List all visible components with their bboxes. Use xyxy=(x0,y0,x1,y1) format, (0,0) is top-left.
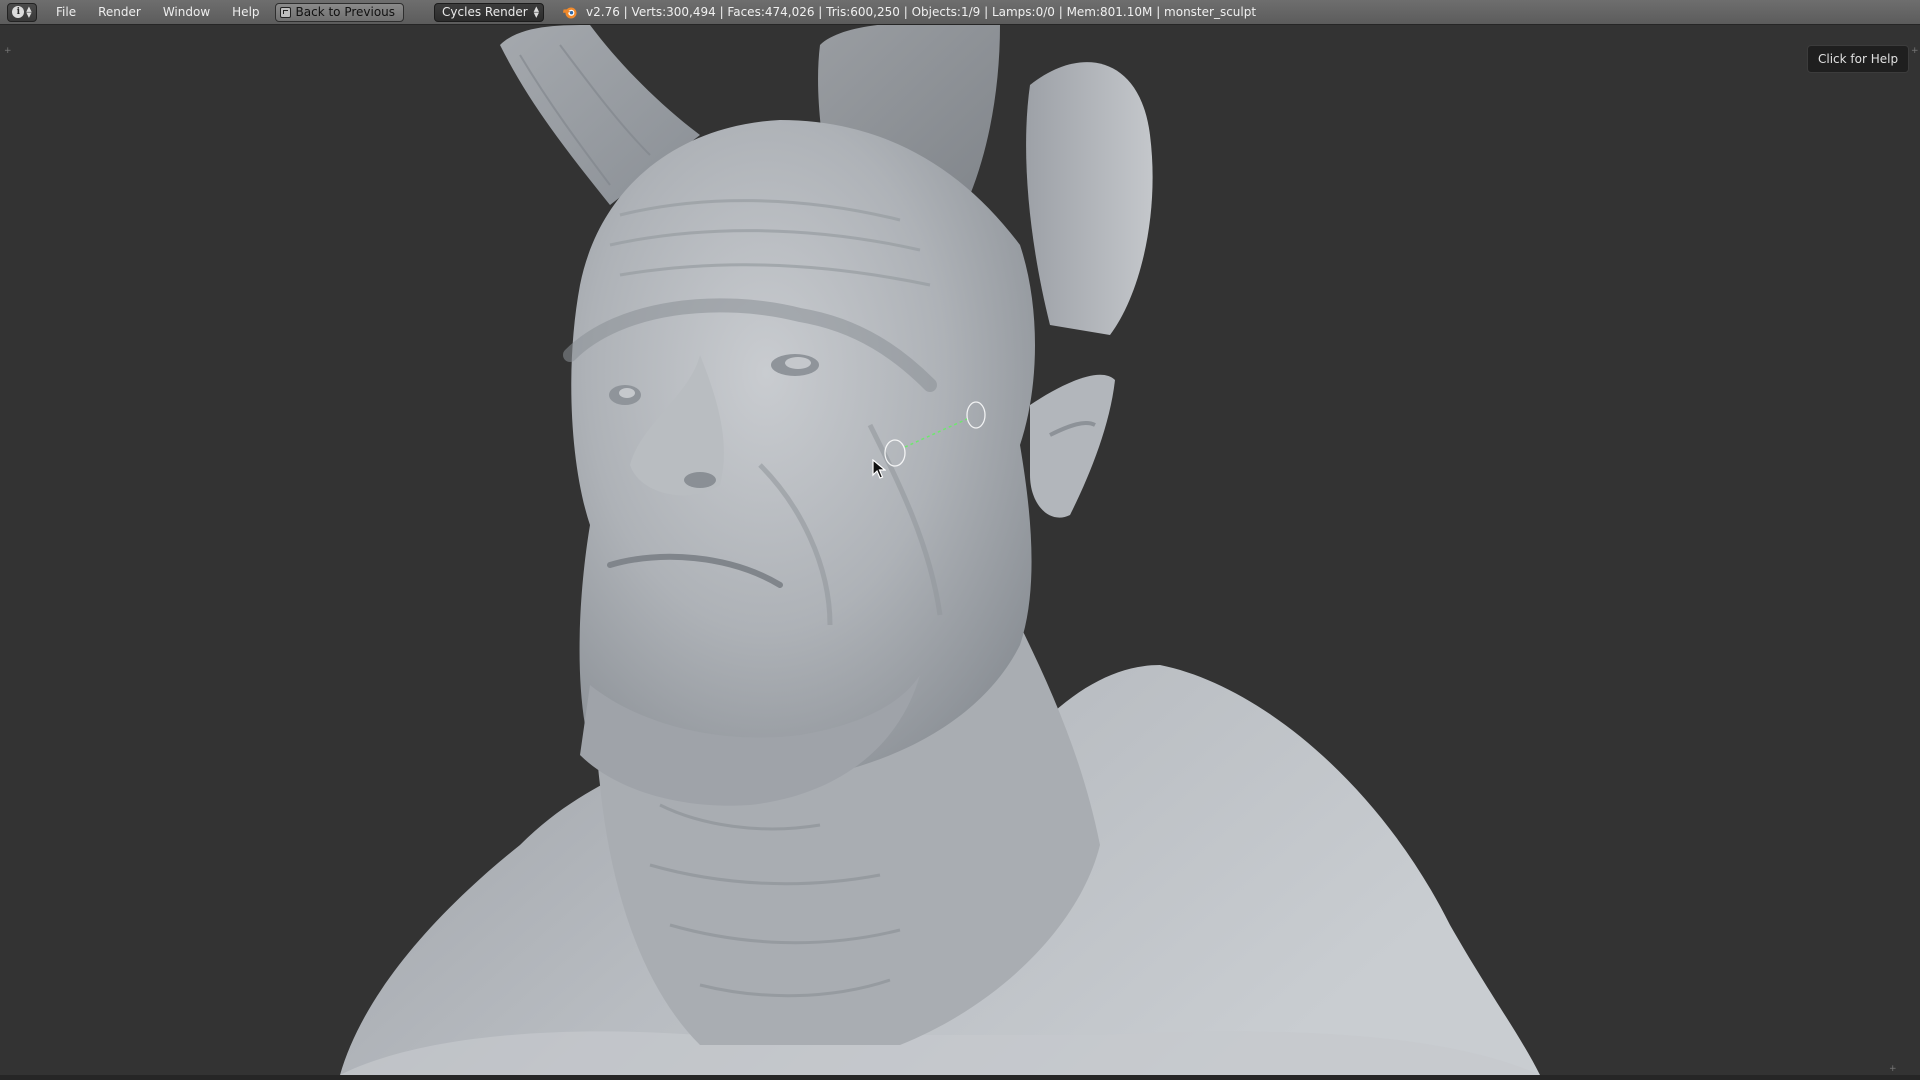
editor-type-button[interactable]: i ▲ ▼ xyxy=(7,2,37,22)
mouse-pointer-icon xyxy=(872,459,886,479)
render-engine-value: Cycles Render xyxy=(442,5,528,19)
area-split-icon[interactable]: + xyxy=(4,47,12,56)
3d-viewport[interactable]: Click for Help + + + xyxy=(0,25,1920,1075)
info-header: i ▲ ▼ File Render Window Help Back to Pre… xyxy=(0,0,1920,25)
bottom-border xyxy=(0,1075,1920,1080)
menu-window[interactable]: Window xyxy=(152,0,221,25)
click-for-help-button[interactable]: Click for Help xyxy=(1807,45,1910,73)
sculpt-mesh xyxy=(340,25,1540,1075)
area-split-icon[interactable]: + xyxy=(1911,47,1919,56)
menu-help[interactable]: Help xyxy=(221,0,270,25)
back-to-previous-button[interactable]: Back to Previous xyxy=(274,2,405,22)
back-screen-icon xyxy=(279,6,291,18)
menu-file[interactable]: File xyxy=(45,0,87,25)
blender-logo-icon xyxy=(563,7,577,19)
render-engine-select[interactable]: Cycles Render ▲ ▼ xyxy=(434,2,545,22)
info-icon: i xyxy=(12,6,25,18)
blender-window: i ▲ ▼ File Render Window Help Back to Pre… xyxy=(0,0,1920,1080)
area-split-icon[interactable]: + xyxy=(1889,1065,1897,1074)
back-to-previous-label: Back to Previous xyxy=(295,5,396,19)
scene-statistics: v2.76 | Verts:300,494 | Faces:474,026 | … xyxy=(586,5,1257,19)
up-down-arrows-icon: ▲ ▼ xyxy=(533,5,540,19)
up-down-arrows-icon: ▲ ▼ xyxy=(26,5,32,19)
menu-render[interactable]: Render xyxy=(87,0,152,25)
